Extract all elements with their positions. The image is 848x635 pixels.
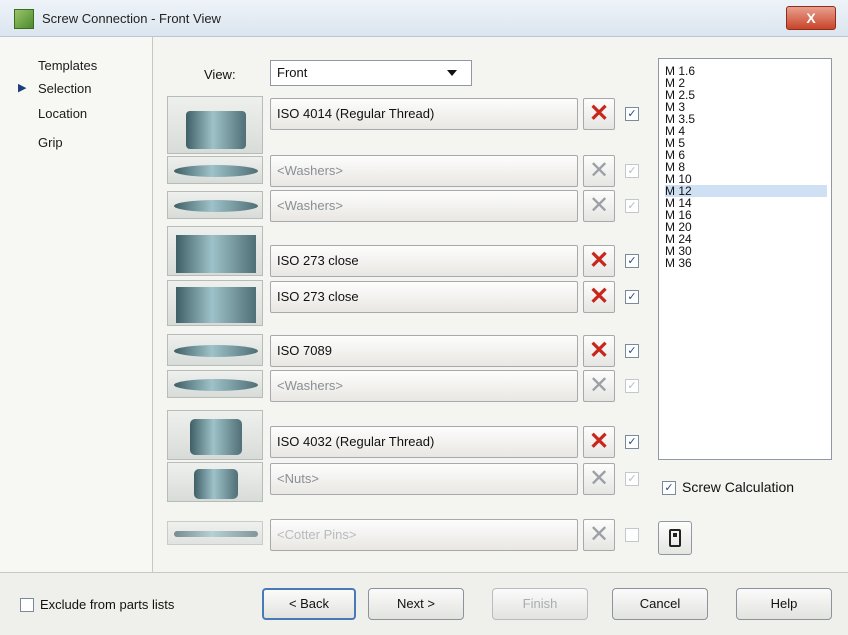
hex-nut-thumbnail[interactable] (167, 410, 263, 460)
finish-button[interactable]: Finish (492, 588, 588, 620)
chevron-down-icon (447, 70, 457, 76)
washer-field[interactable]: <Washers> (270, 155, 578, 187)
size-item[interactable]: M 3.5 (665, 113, 827, 125)
cancel-button[interactable]: Cancel (612, 588, 708, 620)
remove-button[interactable]: ✕ (583, 190, 615, 222)
size-item[interactable]: M 1.6 (665, 65, 827, 77)
hex-bolt-head-thumbnail[interactable] (167, 96, 263, 154)
row-checkbox[interactable]: ✓ (625, 107, 639, 121)
washer-field[interactable]: ISO 7089 (270, 335, 578, 367)
remove-button[interactable]: ✕ (583, 370, 615, 402)
calculator-button[interactable] (658, 521, 692, 555)
next-button[interactable]: Next > (368, 588, 464, 620)
row-checkbox[interactable]: ✓ (625, 254, 639, 268)
nav-item-grip[interactable]: Grip (38, 135, 63, 150)
nav-item-label: Grip (38, 135, 63, 150)
wizard-nav: Templates ▶ Selection Location Grip (0, 37, 153, 572)
view-select[interactable]: Front (270, 60, 472, 86)
washer-thumbnail[interactable] (167, 334, 263, 366)
window-title: Screw Connection - Front View (42, 11, 221, 26)
cotter-pin-field[interactable]: <Cotter Pins> (270, 519, 578, 551)
nut-field[interactable]: <Nuts> (270, 463, 578, 495)
washer-field[interactable]: <Washers> (270, 190, 578, 222)
size-item[interactable]: M 36 (665, 257, 827, 269)
back-button[interactable]: < Back (262, 588, 356, 620)
help-button[interactable]: Help (736, 588, 832, 620)
close-button[interactable]: X (786, 6, 836, 30)
nav-item-label: Templates (38, 58, 98, 73)
nav-item-location[interactable]: Location (38, 106, 87, 121)
view-label: View: (204, 67, 236, 82)
nut-field[interactable]: ISO 4032 (Regular Thread) (270, 426, 578, 458)
size-item[interactable]: M 6 (665, 149, 827, 161)
cotter-pin-thumbnail[interactable] (167, 521, 263, 545)
remove-button[interactable]: ✕ (583, 335, 615, 367)
screw-calculation-label: Screw Calculation (682, 479, 795, 495)
through-hole-thumbnail[interactable] (167, 226, 263, 276)
row-checkbox[interactable] (625, 528, 639, 542)
remove-button[interactable]: ✕ (583, 463, 615, 495)
washer-thumbnail[interactable] (167, 370, 263, 398)
nav-item-label: Selection (38, 81, 92, 96)
exclude-from-parts-lists-checkbox[interactable] (20, 598, 34, 612)
current-step-arrow-icon: ▶ (18, 82, 27, 94)
remove-button[interactable]: ✕ (583, 245, 615, 277)
thread-size-list[interactable]: M 1.6 M 2 M 2.5 M 3 M 3.5 M 4 M 5 M 6 M … (658, 58, 832, 460)
through-hole-thumbnail[interactable] (167, 280, 263, 326)
size-item[interactable]: M 2.5 (665, 89, 827, 101)
calculator-icon (669, 529, 681, 547)
nav-item-selection[interactable]: ▶ Selection (18, 81, 92, 96)
washer-field[interactable]: <Washers> (270, 370, 578, 402)
size-item[interactable]: M 4 (665, 125, 827, 137)
hole-field[interactable]: ISO 273 close (270, 281, 578, 313)
washer-thumbnail[interactable] (167, 191, 263, 219)
remove-button[interactable]: ✕ (583, 155, 615, 187)
row-checkbox[interactable]: ✓ (625, 435, 639, 449)
row-checkbox[interactable]: ✓ (625, 199, 639, 213)
screw-calculation-checkbox[interactable]: ✓ (662, 481, 676, 495)
row-checkbox[interactable]: ✓ (625, 290, 639, 304)
app-icon (14, 9, 34, 29)
row-checkbox[interactable]: ✓ (625, 344, 639, 358)
hole-field[interactable]: ISO 273 close (270, 245, 578, 277)
washer-thumbnail[interactable] (167, 156, 263, 184)
row-checkbox[interactable]: ✓ (625, 472, 639, 486)
title-bar: Screw Connection - Front View X (0, 0, 848, 37)
remove-button[interactable]: ✕ (583, 281, 615, 313)
remove-button[interactable]: ✕ (583, 519, 615, 551)
remove-button[interactable]: ✕ (583, 426, 615, 458)
screw-head-field[interactable]: ISO 4014 (Regular Thread) (270, 98, 578, 130)
nav-item-label: Location (38, 106, 88, 121)
exclude-from-parts-lists-label: Exclude from parts lists (40, 597, 175, 612)
hex-nut-thumbnail[interactable] (167, 462, 263, 502)
row-checkbox[interactable]: ✓ (625, 164, 639, 178)
view-select-value: Front (277, 65, 308, 80)
remove-button[interactable]: ✕ (583, 98, 615, 130)
row-checkbox[interactable]: ✓ (625, 379, 639, 393)
nav-item-templates[interactable]: Templates (38, 58, 97, 73)
size-item[interactable]: M 5 (665, 137, 827, 149)
